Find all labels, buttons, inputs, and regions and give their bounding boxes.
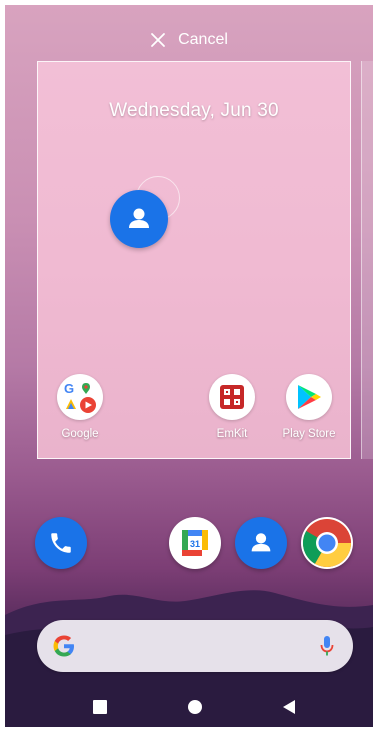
date-widget[interactable]: Wednesday, Jun 30 — [38, 100, 350, 122]
next-page-preview[interactable] — [361, 61, 373, 459]
contacts-app[interactable] — [235, 517, 287, 569]
calendar-icon: 31 — [182, 530, 208, 556]
emkit-app[interactable]: EmKit — [192, 374, 272, 440]
back-icon[interactable] — [281, 699, 297, 720]
chrome-icon — [302, 519, 351, 568]
mic-icon[interactable] — [319, 634, 335, 663]
app-label-play-store: Play Store — [282, 428, 336, 440]
app-label-emkit: EmKit — [216, 428, 248, 440]
emkit-icon — [209, 374, 255, 420]
google-folder[interactable]: G Google — [40, 374, 120, 440]
dragged-contacts-icon[interactable] — [110, 190, 168, 248]
contacts-icon — [251, 533, 271, 552]
contacts-icon — [129, 208, 149, 228]
google-folder-icon: G — [57, 374, 103, 420]
home-page-preview[interactable]: Wednesday, Jun 30 G Google EmKit Play St… — [37, 61, 351, 459]
play-store-app[interactable]: Play Store — [269, 374, 349, 440]
calendar-app[interactable]: 31 — [169, 517, 221, 569]
phone-app[interactable] — [35, 517, 87, 569]
recents-icon[interactable] — [92, 699, 108, 720]
calendar-day: 31 — [190, 539, 200, 549]
home-screen: Cancel Wednesday, Jun 30 G Google EmKit … — [5, 5, 373, 727]
home-icon[interactable] — [187, 699, 203, 720]
navigation-bar — [5, 691, 373, 727]
cancel-button[interactable]: Cancel — [5, 27, 373, 53]
chrome-app[interactable] — [301, 517, 353, 569]
cancel-label: Cancel — [178, 31, 228, 48]
play-store-icon — [286, 374, 332, 420]
phone-icon — [51, 533, 71, 553]
svg-text:G: G — [64, 381, 74, 396]
google-g-icon — [51, 633, 77, 664]
app-label-google: Google — [61, 428, 99, 440]
google-search-bar[interactable] — [37, 620, 353, 672]
close-icon — [150, 32, 166, 48]
